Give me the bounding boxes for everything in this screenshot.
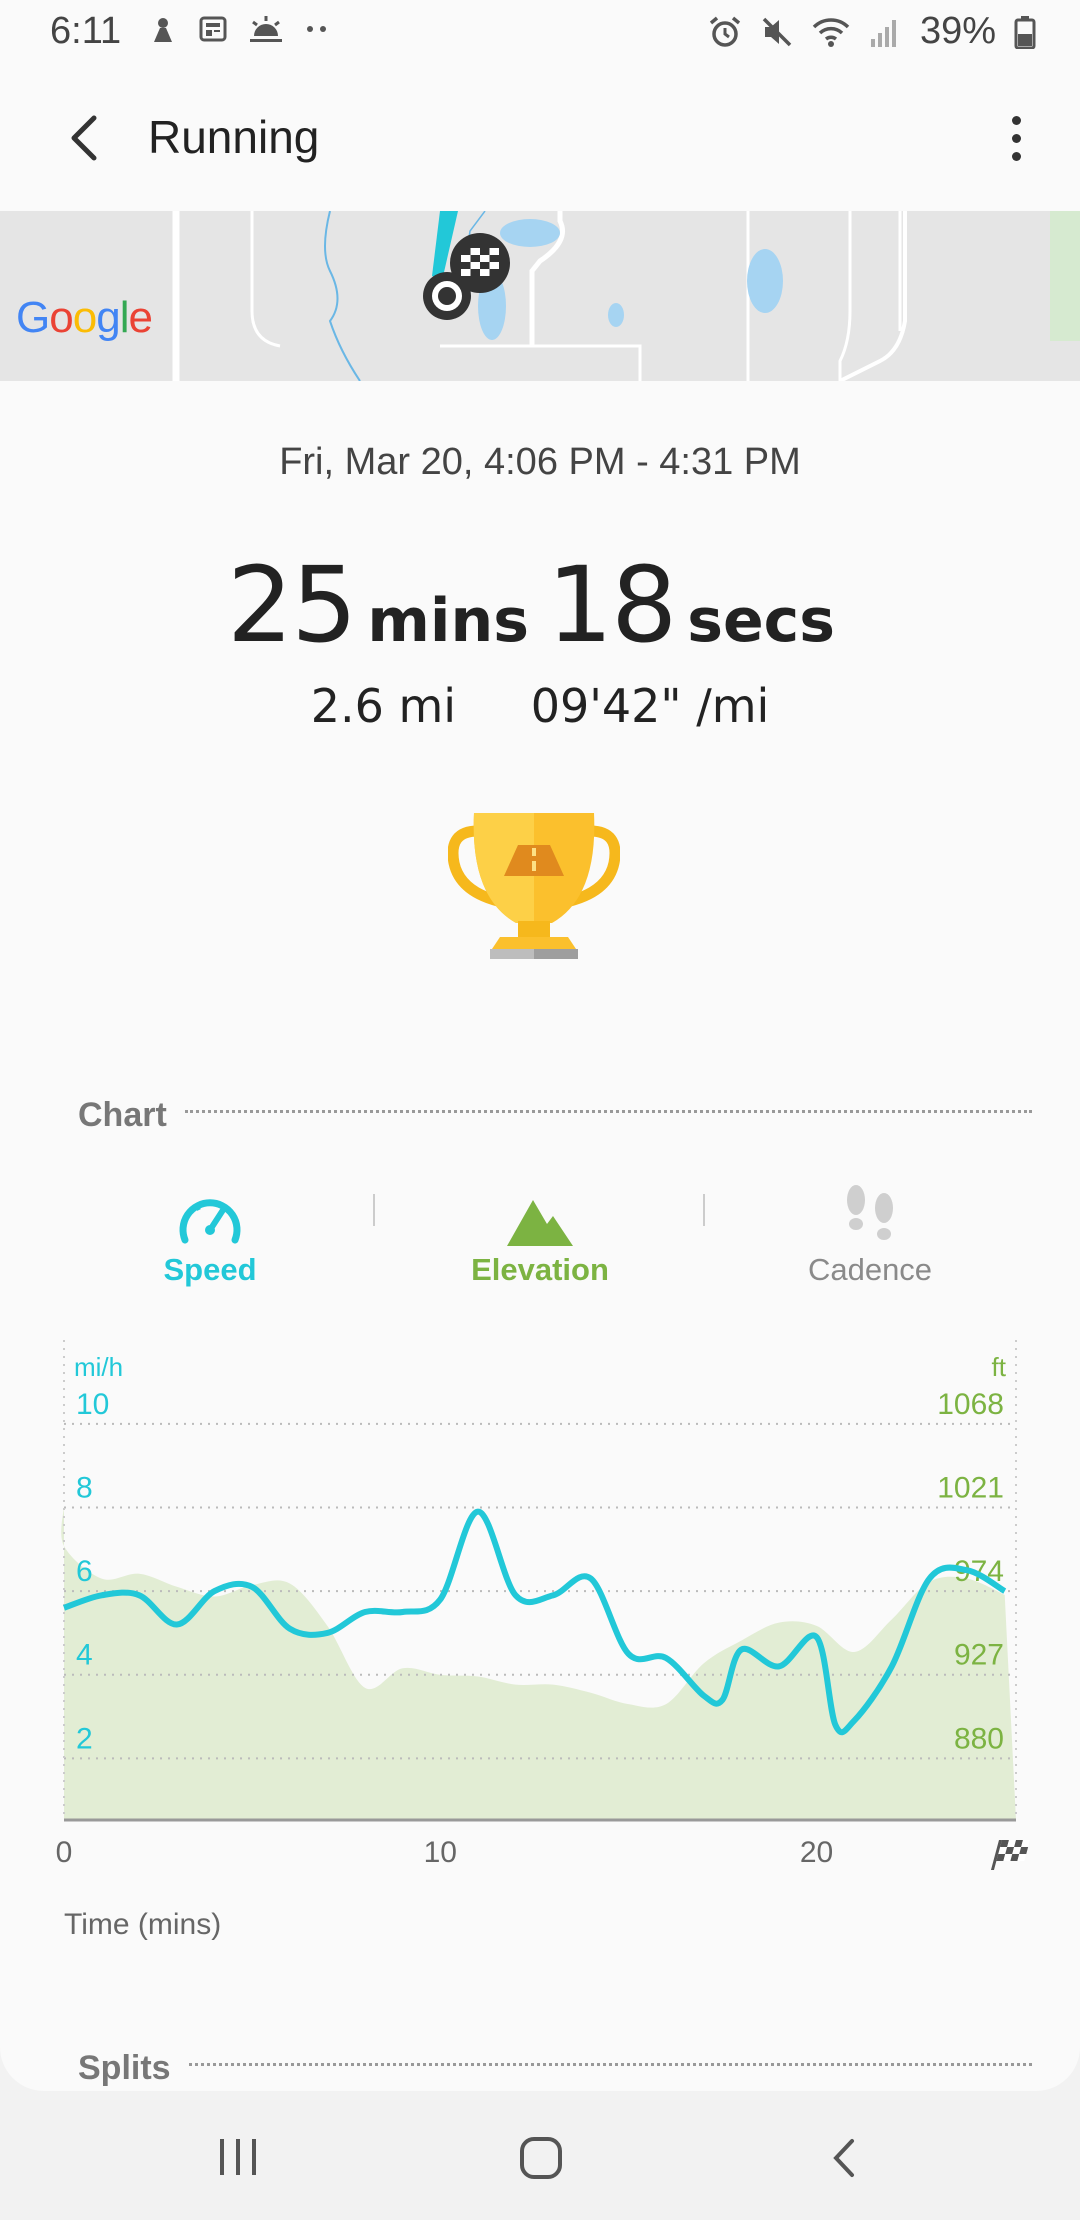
start-point-icon (423, 272, 471, 320)
page-title: Running (148, 111, 320, 163)
news-icon (199, 16, 227, 42)
y-tick-right: 927 (954, 1639, 1004, 1672)
y-tick-right: 1021 (937, 1471, 1004, 1504)
x-tick-label: 0 (56, 1836, 73, 1869)
notification-app-icon (154, 18, 172, 42)
tab-divider (373, 1194, 375, 1226)
mountain-icon (507, 1200, 573, 1246)
duration-secs-value: 18 (546, 544, 677, 666)
workout-duration: 25 mins 18 secs (0, 544, 1080, 666)
workout-date-range: Fri, Mar 20, 4:06 PM - 4:31 PM (279, 441, 801, 483)
y-tick-left: 4 (76, 1639, 93, 1672)
x-tick-label: 20 (800, 1836, 833, 1869)
tab-speed-label: Speed (163, 1252, 257, 1287)
chart-x-axis-label: Time (mins) (64, 1908, 222, 1941)
finish-flag-icon (990, 1840, 1030, 1870)
app-bar: Running (0, 66, 1080, 211)
map-tiles (0, 211, 1080, 381)
speed-elevation-chart[interactable]: mi/h ft 10 8 6 4 2 1068 1021 974 927 880 0 10 20 (0, 1340, 1080, 1880)
more-options-button[interactable] (996, 106, 1036, 170)
tab-cadence[interactable]: Cadence (750, 1180, 990, 1288)
tab-divider (703, 1194, 705, 1226)
workout-stats: 2.6 mi 09'42" /mi (0, 679, 1080, 733)
y-tick-left: 2 (76, 1722, 93, 1755)
signal-icon (870, 19, 896, 47)
status-notification-icons (148, 14, 330, 44)
wifi-icon (812, 17, 850, 47)
recent-apps-button[interactable] (216, 2137, 262, 2177)
chart-section-header: Chart (78, 1093, 1032, 1137)
route-map[interactable]: Google (0, 211, 1080, 381)
chart-metric-tabs: Speed Elevation Cadence (0, 1180, 1080, 1300)
splits-section-header: Splits (78, 2046, 1032, 2090)
y-tick-right: 1068 (937, 1388, 1004, 1421)
home-button[interactable] (518, 2135, 564, 2181)
tab-speed[interactable]: Speed (90, 1180, 330, 1288)
tab-elevation[interactable]: Elevation (420, 1180, 660, 1288)
chart-section-title: Chart (78, 1095, 167, 1134)
elevation-area (61, 1505, 1016, 1820)
system-nav-bar (0, 2091, 1080, 2220)
back-button[interactable] (56, 108, 116, 168)
battery-icon (1014, 15, 1036, 49)
y-tick-left: 10 (76, 1388, 109, 1421)
duration-secs-unit: secs (687, 586, 835, 656)
workout-pace: 09'42" /mi (530, 679, 770, 733)
trophy-icon (448, 813, 620, 959)
weather-icon (250, 16, 282, 42)
duration-mins-unit: mins (367, 586, 529, 656)
x-tick-label: 10 (424, 1836, 457, 1869)
splits-section-title: Splits (78, 2048, 171, 2087)
nav-back-button[interactable] (826, 2135, 862, 2181)
workout-distance: 2.6 mi (310, 679, 457, 733)
mute-icon (762, 17, 792, 46)
back-arrow-icon (71, 115, 97, 161)
duration-mins-value: 25 (227, 544, 357, 666)
y-axis-unit-right: ft (992, 1352, 1007, 1382)
status-system-icons: 39% (708, 10, 1036, 53)
status-bar: 6:11 39% (0, 0, 1080, 66)
y-tick-right: 880 (954, 1722, 1004, 1755)
google-logo: Google (16, 293, 153, 342)
alarm-icon (709, 16, 741, 47)
status-time: 6:11 (50, 10, 122, 52)
tab-elevation-label: Elevation (471, 1252, 609, 1287)
footsteps-icon (847, 1185, 893, 1240)
more-notifications-icon (307, 26, 326, 32)
y-tick-left: 8 (76, 1471, 93, 1504)
y-tick-left: 6 (76, 1555, 93, 1588)
y-axis-unit-left: mi/h (74, 1352, 123, 1382)
more-options-icon (1011, 115, 1021, 125)
chart-canvas: mi/h ft108642106810219749278800 10 20 (56, 1340, 1030, 1870)
speedometer-icon (179, 1199, 241, 1244)
tab-cadence-label: Cadence (807, 1252, 933, 1287)
battery-percent: 39% (919, 10, 996, 52)
